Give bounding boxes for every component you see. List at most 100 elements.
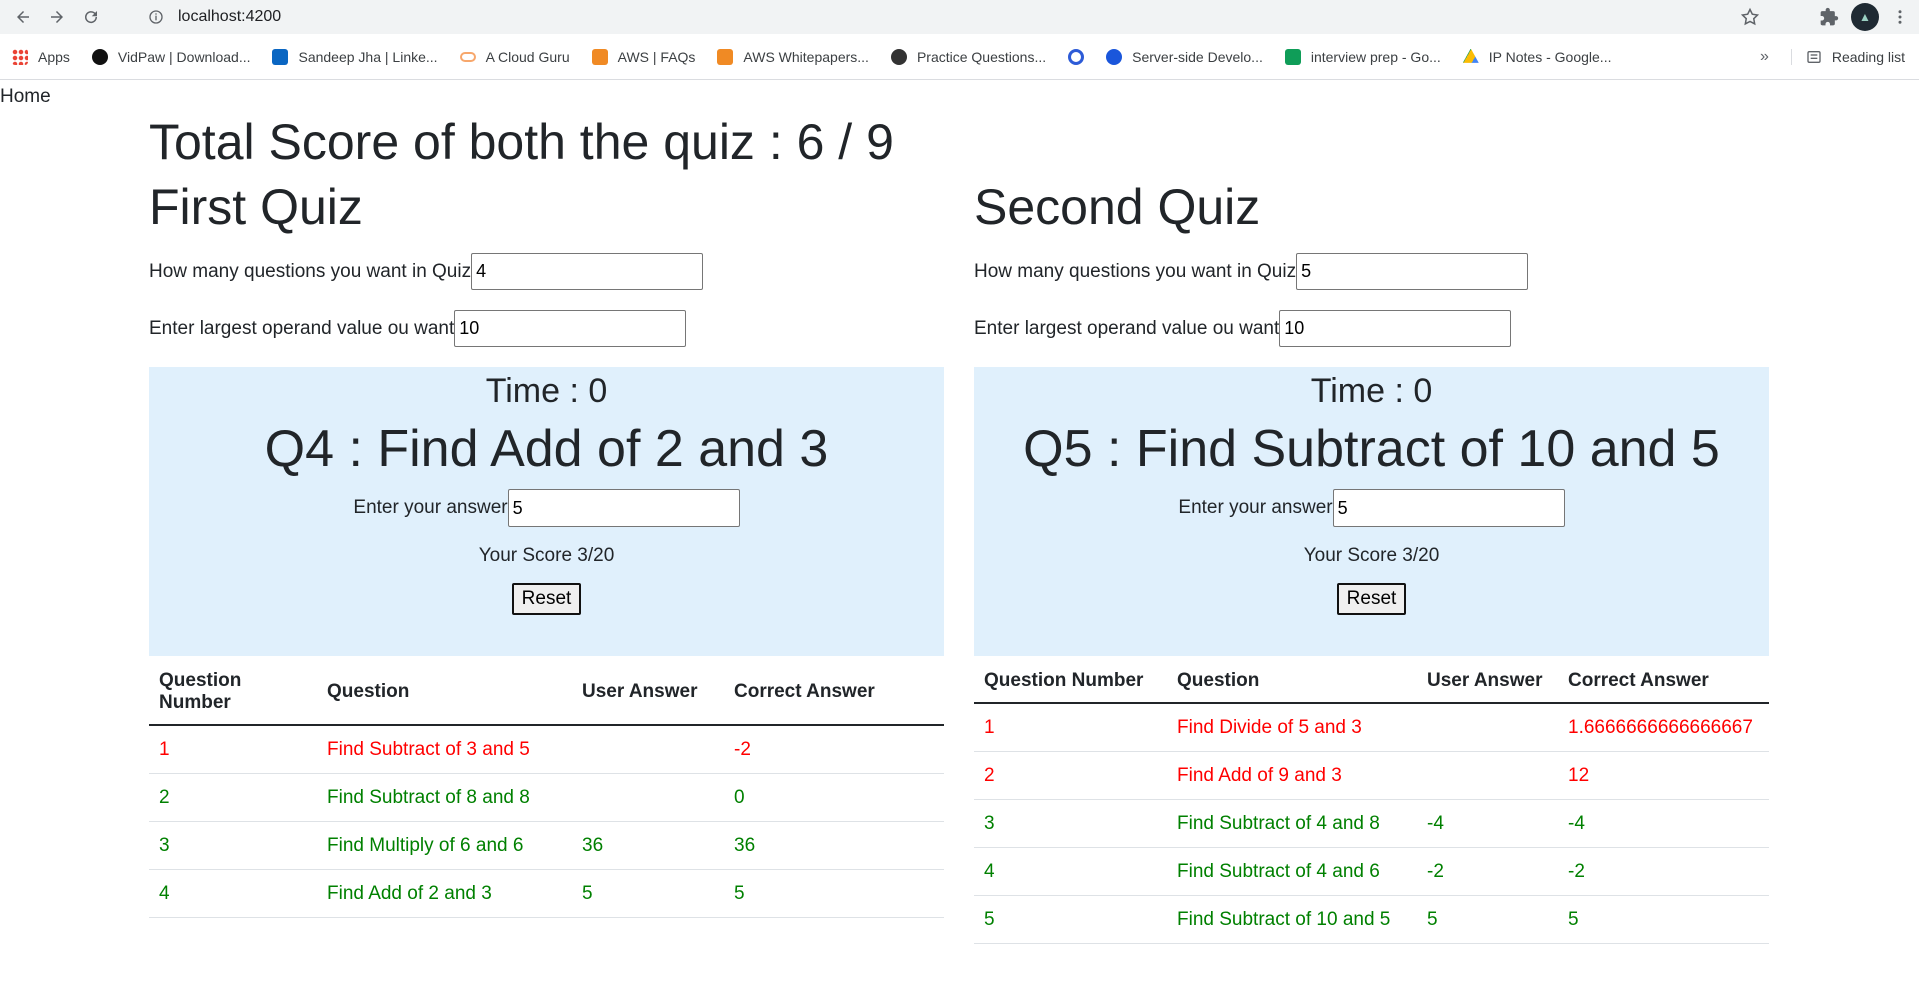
answer-row: Enter your answer [149,489,944,527]
extensions-puzzle-icon[interactable] [1819,7,1839,27]
answer-input[interactable] [507,489,740,527]
second-quiz-panel: Second Quiz How many questions you want … [974,180,1769,944]
bookmark-star-icon[interactable] [1740,7,1760,27]
bookmarks-right: » Reading list [1760,48,1905,66]
table-row: 1 Find Divide of 5 and 3 1.666666666666666… [974,703,1769,752]
arrow-left-icon [17,11,29,23]
cell-question-number: 5 [974,895,1167,944]
drive-icon [1462,48,1479,63]
info-icon[interactable] [148,9,164,25]
cell-question: Find Add of 2 and 3 [317,869,572,918]
current-question: Q5 : Find Subtract of 10 and 5 [1023,420,1720,478]
bookmark-apps[interactable]: Apps [12,48,70,65]
cell-question: Find Subtract of 4 and 8 [1167,799,1417,848]
operand-label: Enter largest operand value ou want [149,317,455,339]
table-row: 1 Find Subtract of 3 and 5 -2 [149,725,944,774]
back-button[interactable] [8,2,38,32]
current-question: Q4 : Find Add of 2 and 3 [264,420,829,478]
cell-question: Find Subtract of 8 and 8 [317,773,572,822]
questions-count-input[interactable] [471,253,704,290]
cell-correct-answer: 1.6666666666666667 [1558,703,1769,752]
operand-label: Enter largest operand value ou want [974,317,1280,339]
cell-question: Find Subtract of 4 and 6 [1167,847,1417,896]
profile-avatar[interactable]: ▲ [1851,3,1879,31]
vidpaw-icon [91,48,108,65]
aws-cube-icon [717,48,734,65]
table-row: 4 Find Subtract of 4 and 6 -2 -2 [974,847,1769,896]
cell-correct-answer: -2 [1558,847,1769,896]
cell-question-number: 3 [149,821,317,870]
table-header-row: Question Number Question User Answer Cor… [149,656,944,726]
cell-correct-answer: 0 [724,773,944,822]
forward-button[interactable] [42,2,72,32]
bookmark-q[interactable] [1068,48,1085,65]
cell-question-number: 2 [149,773,317,822]
cell-user-answer [572,773,724,822]
cell-user-answer [572,725,724,774]
menu-kebab-icon[interactable] [1891,8,1909,26]
bookmark-label: VidPaw | Download... [117,48,251,65]
bookmark-practice-questions[interactable]: Practice Questions... [890,48,1047,65]
cell-user-answer: 36 [572,821,724,870]
operand-input[interactable] [454,310,687,347]
q-icon [1068,48,1085,65]
arrow-right-icon [51,11,63,23]
operand-input[interactable] [1279,310,1512,347]
reading-list-button[interactable]: Reading list [1790,48,1905,65]
bookmark-a-cloud-guru[interactable]: A Cloud Guru [459,49,570,65]
reload-button[interactable] [76,2,106,32]
c-icon [1106,48,1123,65]
bookmark-interview-prep[interactable]: interview prep - Go... [1284,48,1441,65]
reading-list-label: Reading list [1831,48,1905,65]
col-user-answer: User Answer [572,656,724,726]
bookmark-server-side[interactable]: Server-side Develo... [1106,48,1263,65]
bookmark-vidpaw[interactable]: VidPaw | Download... [91,48,251,65]
operand-row: Enter largest operand value ou want [149,310,944,347]
more-bookmarks-chevron-icon[interactable]: » [1760,48,1769,66]
answer-row: Enter your answer [974,489,1769,527]
home-link[interactable]: Home [0,86,51,108]
operand-row: Enter largest operand value ou want [974,310,1769,347]
cell-question: Find Add of 9 and 3 [1167,751,1417,800]
cell-question: Find Multiply of 6 and 6 [317,821,572,870]
score-text: Your Score 3/20 [478,545,615,566]
results-table: Question Number Question User Answer Cor… [149,656,944,918]
bookmark-aws-whitepapers[interactable]: AWS Whitepapers... [717,48,869,65]
reset-button[interactable]: Reset [511,583,582,615]
bookmark-ip-notes[interactable]: IP Notes - Google... [1462,48,1611,65]
table-row: 3 Find Multiply of 6 and 6 36 36 [149,821,944,870]
cell-question: Find Subtract of 3 and 5 [317,725,572,774]
cell-question-number: 4 [974,847,1167,896]
table-header-row: Question Number Question User Answer Cor… [974,656,1769,704]
results-table: Question Number Question User Answer Cor… [974,656,1769,944]
bookmark-label: Sandeep Jha | Linke... [298,48,438,65]
address-bar[interactable]: localhost:4200 [136,3,1768,31]
aws-cube-icon [591,48,608,65]
sheets-icon [1284,48,1301,65]
questions-count-label: How many questions you want in Quiz [974,260,1297,282]
cell-user-answer [1417,703,1558,752]
bookmark-aws-faqs[interactable]: AWS | FAQs [591,48,695,65]
apps-grid-icon [12,48,28,65]
questions-count-input[interactable] [1296,253,1529,290]
cell-correct-answer: 12 [1558,751,1769,800]
cell-user-answer: -4 [1417,799,1558,848]
cell-correct-answer: -4 [1558,799,1769,848]
reset-button[interactable]: Reset [1336,583,1407,615]
bookmark-linkedin[interactable]: Sandeep Jha | Linke... [272,48,438,65]
bookmark-label: interview prep - Go... [1310,48,1441,65]
cell-correct-answer: 5 [1558,895,1769,944]
answer-label: Enter your answer [353,497,508,518]
cell-user-answer: -2 [1417,847,1558,896]
reading-list-icon [1807,50,1821,63]
url-text[interactable]: localhost:4200 [178,8,281,26]
col-user-answer: User Answer [1417,656,1558,704]
bookmark-label: Server-side Develo... [1132,48,1263,65]
answer-input[interactable] [1332,489,1565,527]
bookmark-label: Practice Questions... [916,48,1047,65]
answer-label: Enter your answer [1178,497,1333,518]
timer: Time : 0 [485,372,608,410]
cell-question: Find Subtract of 10 and 5 [1167,895,1417,944]
cell-user-answer: 5 [572,869,724,918]
cell-question-number: 4 [149,869,317,918]
